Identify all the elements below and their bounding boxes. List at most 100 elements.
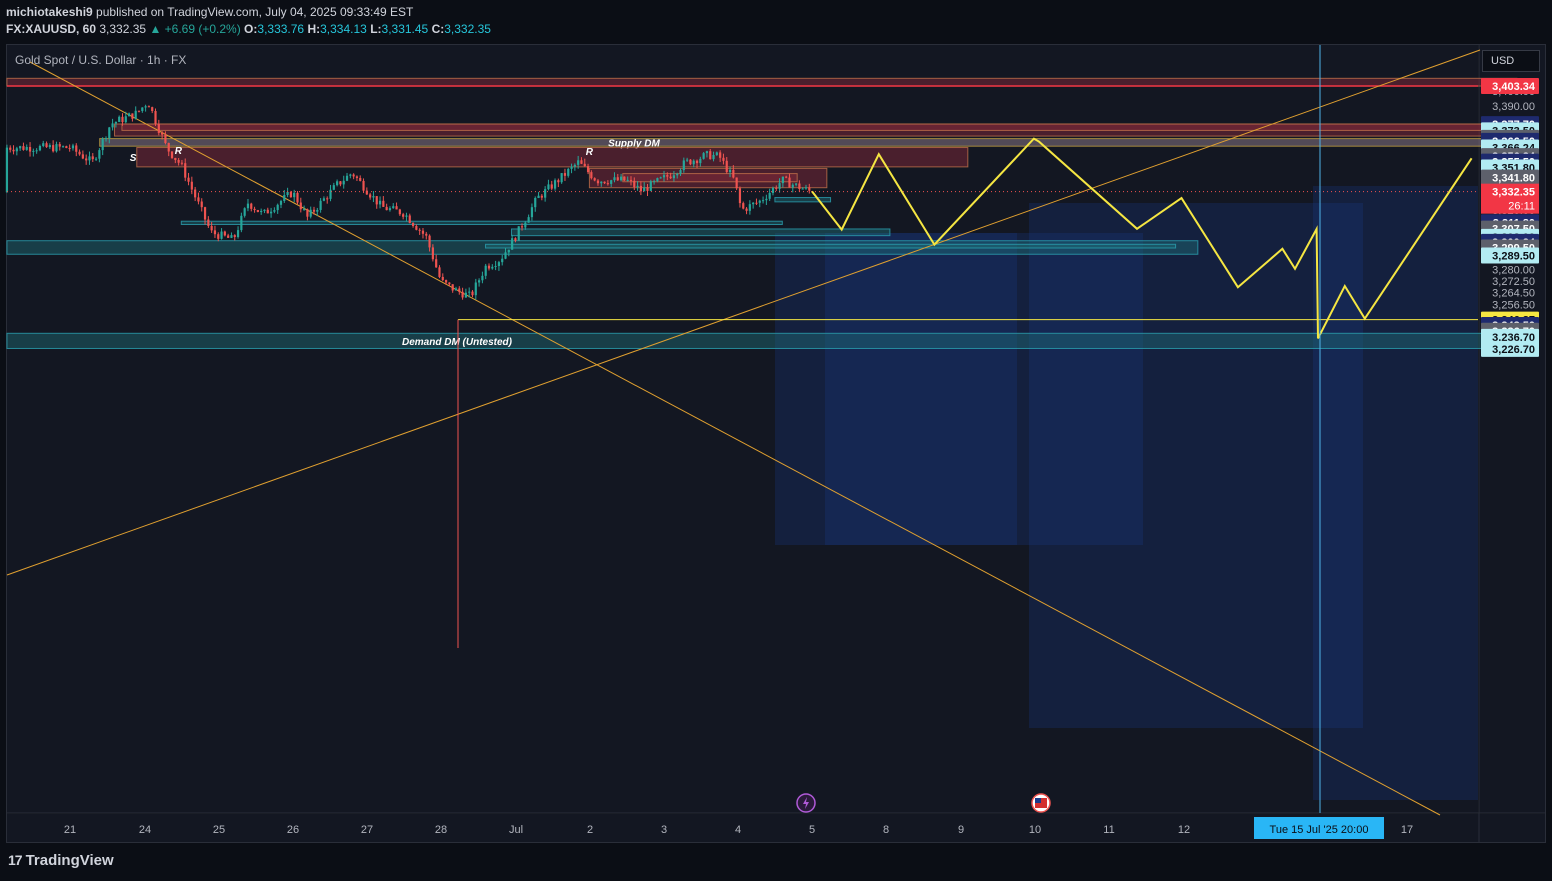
candle-body	[567, 168, 570, 176]
candle-body	[382, 200, 385, 207]
candle-body	[392, 206, 395, 209]
candle-body	[748, 204, 751, 211]
candle-body	[636, 185, 639, 188]
candle-body	[309, 209, 312, 217]
candle-body	[405, 215, 408, 217]
candle-body	[332, 185, 335, 190]
tradingview-logo[interactable]: 17 TradingView	[8, 852, 114, 869]
candle-body	[61, 146, 65, 148]
time-tick: 27	[361, 824, 373, 836]
time-tick: 9	[958, 824, 964, 836]
candle-body	[5, 147, 9, 193]
candle	[623, 176, 626, 182]
price-tick: 3,256.50	[1492, 300, 1535, 312]
candle-body	[725, 160, 728, 173]
candle-body	[378, 200, 382, 205]
candle-body	[250, 203, 253, 209]
candle-body	[121, 116, 124, 123]
candle-body	[544, 189, 547, 198]
structure-label: R	[175, 146, 183, 157]
zone-supply	[622, 173, 798, 183]
structure-label: R	[586, 147, 594, 158]
candle-body	[619, 176, 623, 181]
candle-body	[794, 183, 798, 185]
price-label: 3,403.34	[1481, 78, 1539, 94]
candle-body	[517, 226, 520, 241]
candle-body	[279, 200, 283, 205]
candle	[154, 108, 157, 126]
candle-body	[738, 188, 742, 204]
candle-body	[220, 231, 223, 239]
candle-body	[742, 203, 745, 209]
price-chart[interactable]: Supply DMDemand DM (Untested)SRR3,400.00…	[0, 0, 1552, 846]
candle-body	[15, 148, 18, 152]
candle-body	[187, 177, 190, 182]
candle-body	[451, 284, 454, 291]
candle-body	[722, 157, 725, 161]
candle-body	[349, 174, 352, 176]
crosshair-time-text: Tue 15 Jul '25 20:00	[1270, 824, 1369, 836]
price-label-text: 3,289.50	[1492, 250, 1535, 262]
currency-button[interactable]: USD	[1482, 50, 1540, 72]
candle-body	[164, 134, 167, 144]
candle-body	[481, 275, 484, 281]
candle-body	[207, 219, 210, 226]
candle-body	[19, 146, 22, 149]
candle	[517, 226, 520, 241]
candle	[170, 151, 174, 159]
candle-body	[114, 121, 117, 124]
candle-body	[128, 113, 131, 117]
time-tick: 2	[587, 824, 593, 836]
price-label-text: 3,403.34	[1492, 81, 1536, 93]
candle-body	[180, 162, 184, 164]
candle-body	[154, 110, 157, 124]
candle-body	[151, 107, 154, 111]
projection-box	[1313, 186, 1478, 800]
candle-body	[458, 288, 461, 292]
candle-body	[464, 292, 467, 298]
candle-body	[719, 152, 722, 158]
candle-body	[610, 180, 613, 184]
candle-body	[557, 180, 560, 183]
candle-body	[494, 265, 497, 267]
tradingview-logo-text: TradingView	[25, 852, 114, 869]
candle-body	[299, 202, 302, 210]
candle-body	[524, 222, 527, 228]
time-tick: Jul	[509, 824, 523, 836]
zone-supply	[121, 123, 1518, 131]
candle-body	[603, 181, 606, 184]
projection-box	[1029, 203, 1363, 728]
candle-body	[134, 110, 137, 119]
candle-body	[639, 185, 642, 192]
candle-body	[322, 198, 326, 201]
candle-body	[775, 187, 778, 189]
candle-body	[487, 265, 491, 269]
candle-body	[223, 231, 226, 236]
candle-body	[256, 210, 259, 212]
candle-body	[520, 226, 524, 228]
candle-body	[68, 147, 71, 149]
price-tick: 3,264.50	[1492, 288, 1535, 300]
price-label-text: 3,341.80	[1492, 173, 1535, 185]
us-flag-event-icon	[1031, 793, 1051, 813]
chart-title: Gold Spot / U.S. Dollar · 1h · FX	[15, 53, 187, 67]
tv-logo-icon: 17	[8, 852, 23, 868]
candle-body	[98, 150, 101, 159]
candle-body	[771, 187, 775, 193]
candle-body	[702, 153, 705, 159]
candle-body	[200, 201, 203, 208]
candle-body	[484, 265, 487, 276]
candle-body	[421, 230, 425, 234]
candle-body	[161, 132, 164, 135]
candle-body	[408, 215, 411, 223]
candle-body	[491, 266, 494, 269]
candle-body	[65, 146, 68, 148]
candle-body	[623, 176, 626, 181]
candle-body	[312, 209, 316, 212]
price-label-text: 3,226.70	[1492, 344, 1535, 356]
candle-body	[194, 189, 197, 198]
candle-body	[761, 200, 765, 202]
candle-body	[94, 158, 98, 160]
time-tick: 24	[139, 824, 151, 836]
candle-body	[230, 235, 233, 238]
